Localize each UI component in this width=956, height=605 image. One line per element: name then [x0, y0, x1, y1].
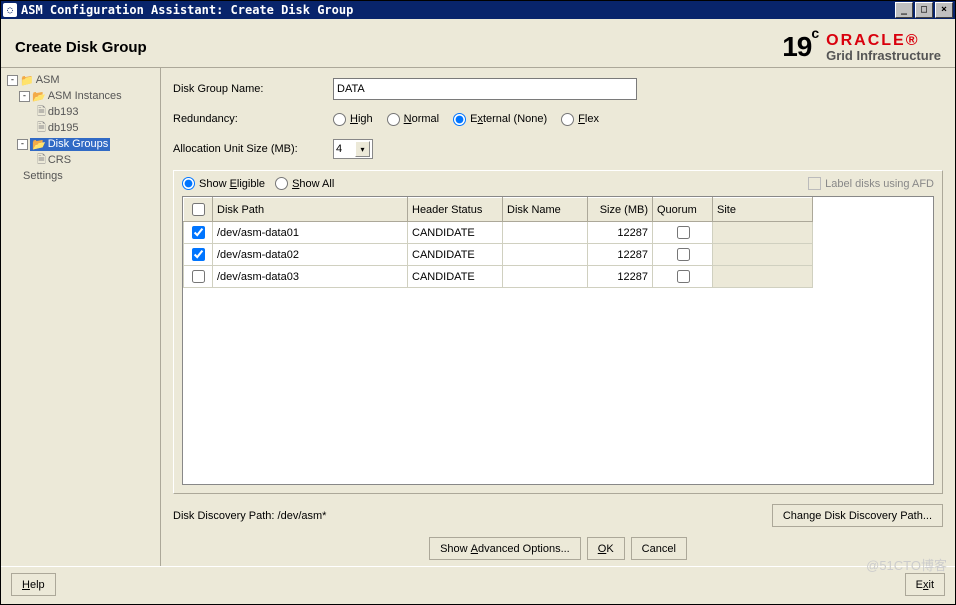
tree-label: db193 [48, 106, 79, 118]
col-quorum[interactable]: Quorum [653, 198, 713, 222]
tree-collapse-icon[interactable]: - [17, 139, 28, 150]
cancel-button[interactable]: Cancel [631, 537, 687, 560]
tree-label: Disk Groups [48, 138, 109, 150]
ok-button[interactable]: OK [587, 537, 625, 560]
brand-name: ORACLE [826, 32, 906, 49]
exit-button[interactable]: Exit [905, 573, 945, 596]
alloc-unit-label: Allocation Unit Size (MB): [173, 143, 333, 155]
quorum-checkbox[interactable] [677, 226, 690, 239]
change-discovery-path-button[interactable]: Change Disk Discovery Path... [772, 504, 943, 527]
cell-disk-path: /dev/asm-data03 [213, 266, 408, 288]
disk-table: Disk Path Header Status Disk Name Size (… [182, 196, 934, 485]
afd-label: Label disks using AFD [825, 178, 934, 190]
quorum-checkbox[interactable] [677, 248, 690, 261]
tree-label: ASM Instances [48, 90, 122, 102]
tree-collapse-icon[interactable]: - [19, 91, 30, 102]
tree-label: CRS [48, 154, 71, 166]
quorum-checkbox[interactable] [677, 270, 690, 283]
col-disk-path[interactable]: Disk Path [213, 198, 408, 222]
cell-site [713, 244, 813, 266]
app-icon: ◌ [3, 3, 17, 17]
cell-disk-path: /dev/asm-data02 [213, 244, 408, 266]
cell-size: 12287 [588, 244, 653, 266]
table-row[interactable]: /dev/asm-data01CANDIDATE 12287 [184, 222, 933, 244]
cell-site [713, 222, 813, 244]
cell-size: 12287 [588, 266, 653, 288]
cell-size: 12287 [588, 222, 653, 244]
table-row[interactable]: /dev/asm-data02CANDIDATE 12287 [184, 244, 933, 266]
redundancy-normal-radio[interactable]: Normal [387, 113, 439, 126]
cell-disk-name [503, 222, 588, 244]
col-size[interactable]: Size (MB) [588, 198, 653, 222]
navigation-tree: - 📁 ASM - 📂 ASM Instances 🗎 db193 🗎 db19… [1, 68, 161, 566]
table-header-row: Disk Path Header Status Disk Name Size (… [184, 198, 933, 222]
close-button[interactable]: × [935, 2, 953, 18]
brand-version: 19 [782, 31, 811, 62]
row-checkbox[interactable] [192, 270, 205, 283]
diskgroup-name-input[interactable] [333, 78, 637, 100]
row-checkbox[interactable] [192, 226, 205, 239]
cell-site [713, 266, 813, 288]
cell-header-status: CANDIDATE [408, 266, 503, 288]
redundancy-high-radio[interactable]: HHighigh [333, 113, 373, 126]
tree-label: Settings [23, 170, 63, 182]
tree-node-db193[interactable]: 🗎 db193 [5, 104, 160, 120]
brand-version-sup: c [811, 25, 818, 41]
redundancy-label: Redundancy: [173, 113, 333, 125]
cell-header-status: CANDIDATE [408, 244, 503, 266]
show-advanced-options-button[interactable]: Show Advanced Options... [429, 537, 581, 560]
cell-disk-name [503, 244, 588, 266]
brand-sub: Grid Infrastructure [826, 49, 941, 62]
tree-node-db195[interactable]: 🗎 db195 [5, 120, 160, 136]
alloc-unit-value: 4 [336, 143, 342, 155]
redundancy-external-radio[interactable]: External (None) [453, 113, 547, 126]
show-all-radio[interactable]: Show All [275, 177, 334, 190]
diskgroup-name-label: Disk Group Name: [173, 83, 333, 95]
help-button[interactable]: Help [11, 573, 56, 596]
alloc-unit-select[interactable]: 4 ▾ [333, 139, 373, 159]
tree-node-asm[interactable]: - 📁 ASM [5, 72, 160, 88]
col-disk-name[interactable]: Disk Name [503, 198, 588, 222]
file-icon: 🗎 [37, 151, 46, 170]
oracle-logo: 19c ORACLE® Grid Infrastructure [782, 31, 941, 63]
tree-node-settings[interactable]: Settings [5, 168, 160, 184]
file-icon: 🗎 [37, 119, 46, 138]
cell-disk-path: /dev/asm-data01 [213, 222, 408, 244]
page-title: Create Disk Group [15, 39, 782, 56]
show-eligible-radio[interactable]: Show Eligible [182, 177, 265, 190]
tree-label: ASM [36, 74, 60, 86]
col-site[interactable]: Site [713, 198, 813, 222]
tree-node-diskgroups[interactable]: - 📂 Disk Groups [5, 136, 160, 152]
chevron-down-icon: ▾ [355, 141, 370, 157]
cell-disk-name [503, 266, 588, 288]
tree-collapse-icon[interactable]: - [7, 75, 18, 86]
select-all-checkbox[interactable] [192, 203, 205, 216]
table-row[interactable]: /dev/asm-data03CANDIDATE 12287 [184, 266, 933, 288]
col-header-status[interactable]: Header Status [408, 198, 503, 222]
folder-open-icon: 📂 [32, 90, 46, 103]
tree-node-instances[interactable]: - 📂 ASM Instances [5, 88, 160, 104]
redundancy-flex-radio[interactable]: Flex [561, 113, 599, 126]
cell-header-status: CANDIDATE [408, 222, 503, 244]
minimize-button[interactable]: _ [895, 2, 913, 18]
folder-icon: 📁 [20, 74, 34, 87]
maximize-button[interactable]: □ [915, 2, 933, 18]
window-title: ASM Configuration Assistant: Create Disk… [21, 3, 353, 17]
afd-checkbox [808, 177, 821, 190]
discovery-path-label: Disk Discovery Path: /dev/asm* [173, 510, 772, 522]
row-checkbox[interactable] [192, 248, 205, 261]
folder-open-icon: 📂 [32, 138, 46, 151]
window-titlebar: ◌ ASM Configuration Assistant: Create Di… [1, 1, 955, 19]
tree-node-crs[interactable]: 🗎 CRS [5, 152, 160, 168]
tree-label: db195 [48, 122, 79, 134]
